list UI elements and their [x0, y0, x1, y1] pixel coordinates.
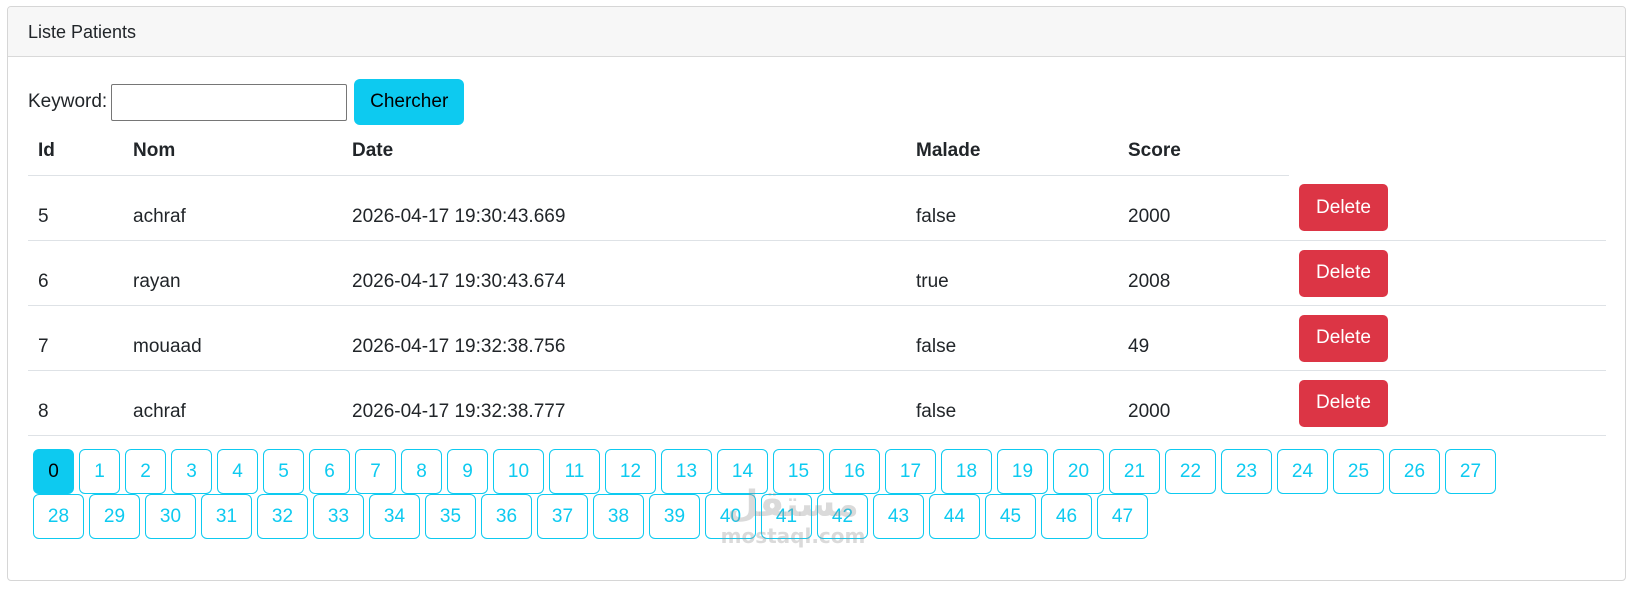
table-row: 8 achraf 2026-04-17 19:32:38.777 false 2…: [28, 370, 1606, 436]
page-button-23[interactable]: 23: [1221, 449, 1272, 494]
page-button-46[interactable]: 46: [1041, 494, 1092, 539]
page-button-26[interactable]: 26: [1389, 449, 1440, 494]
table-row: 6 rayan 2026-04-17 19:30:43.674 true 200…: [28, 240, 1606, 306]
page-button-3[interactable]: 3: [171, 449, 212, 494]
page-button-24[interactable]: 24: [1277, 449, 1328, 494]
header-nom: Nom: [123, 127, 342, 176]
watermark-logo-text: مستقل: [727, 484, 859, 525]
page-button-5[interactable]: 5: [263, 449, 304, 494]
page-button-17[interactable]: 17: [885, 449, 936, 494]
page-button-36[interactable]: 36: [481, 494, 532, 539]
keyword-label: Keyword:: [28, 91, 108, 112]
page-button-34[interactable]: 34: [369, 494, 420, 539]
cell-date: 2026-04-17 19:32:38.777: [342, 370, 906, 436]
cell-id: 8: [28, 370, 123, 436]
page-button-30[interactable]: 30: [145, 494, 196, 539]
table-header-row: Id Nom Date Malade Score: [28, 127, 1606, 176]
cell-score: 2000: [1118, 175, 1289, 241]
page-button-29[interactable]: 29: [89, 494, 140, 539]
cell-malade: false: [906, 305, 1118, 371]
page-button-32[interactable]: 32: [257, 494, 308, 539]
cell-score: 2008: [1118, 240, 1289, 306]
page-button-25[interactable]: 25: [1333, 449, 1384, 494]
page-button-9[interactable]: 9: [447, 449, 488, 494]
header-malade: Malade: [906, 127, 1118, 176]
cell-action: Delete: [1289, 240, 1606, 306]
page-button-47[interactable]: 47: [1097, 494, 1148, 539]
cell-id: 7: [28, 305, 123, 371]
chercher-button[interactable]: Chercher: [354, 79, 465, 125]
cell-malade: true: [906, 240, 1118, 306]
patients-table: Id Nom Date Malade Score 5 achraf 2026-0…: [28, 127, 1606, 436]
header-date: Date: [342, 127, 906, 176]
page-button-19[interactable]: 19: [997, 449, 1048, 494]
page-button-43[interactable]: 43: [873, 494, 924, 539]
delete-button[interactable]: Delete: [1299, 184, 1388, 232]
page-button-18[interactable]: 18: [941, 449, 992, 494]
search-form: Keyword: Chercher: [28, 79, 465, 125]
page-button-7[interactable]: 7: [355, 449, 396, 494]
cell-date: 2026-04-17 19:30:43.674: [342, 240, 906, 306]
table-row: 5 achraf 2026-04-17 19:30:43.669 false 2…: [28, 175, 1606, 241]
page-button-27[interactable]: 27: [1445, 449, 1496, 494]
watermark-url: mostaql.com: [720, 524, 866, 548]
patients-card: Liste Patients Keyword: Chercher Id Nom …: [7, 6, 1626, 581]
cell-score: 2000: [1118, 370, 1289, 436]
delete-button[interactable]: Delete: [1299, 249, 1388, 297]
cell-malade: false: [906, 175, 1118, 241]
cell-date: 2026-04-17 19:30:43.669: [342, 175, 906, 241]
page-button-21[interactable]: 21: [1109, 449, 1160, 494]
cell-date: 2026-04-17 19:32:38.756: [342, 305, 906, 371]
delete-button[interactable]: Delete: [1299, 379, 1388, 427]
watermark-logo: مستقل mostaql.com: [708, 484, 878, 548]
page-button-2[interactable]: 2: [125, 449, 166, 494]
page-button-1[interactable]: 1: [79, 449, 120, 494]
cell-malade: false: [906, 370, 1118, 436]
cell-action: Delete: [1289, 175, 1606, 241]
header-id: Id: [28, 127, 123, 176]
cell-id: 6: [28, 240, 123, 306]
keyword-input[interactable]: [111, 83, 348, 121]
page-button-33[interactable]: 33: [313, 494, 364, 539]
page-button-39[interactable]: 39: [649, 494, 700, 539]
page-button-44[interactable]: 44: [929, 494, 980, 539]
page-button-8[interactable]: 8: [401, 449, 442, 494]
page-button-6[interactable]: 6: [309, 449, 350, 494]
page-button-35[interactable]: 35: [425, 494, 476, 539]
page-button-12[interactable]: 12: [605, 449, 656, 494]
page-button-4[interactable]: 4: [217, 449, 258, 494]
header-score: Score: [1118, 127, 1289, 176]
cell-action: Delete: [1289, 370, 1606, 436]
page-button-11[interactable]: 11: [549, 449, 600, 494]
cell-score: 49: [1118, 305, 1289, 371]
page-button-45[interactable]: 45: [985, 494, 1036, 539]
delete-button[interactable]: Delete: [1299, 314, 1388, 362]
cell-id: 5: [28, 175, 123, 241]
cell-action: Delete: [1289, 305, 1606, 371]
table-row: 7 mouaad 2026-04-17 19:32:38.756 false 4…: [28, 305, 1606, 371]
page-button-28[interactable]: 28: [33, 494, 84, 539]
page-button-22[interactable]: 22: [1165, 449, 1216, 494]
page-button-38[interactable]: 38: [593, 494, 644, 539]
cell-nom: achraf: [123, 175, 342, 241]
page-button-20[interactable]: 20: [1053, 449, 1104, 494]
header-action: [1289, 127, 1606, 176]
cell-nom: mouaad: [123, 305, 342, 371]
card-header: Liste Patients: [8, 7, 1625, 57]
page-button-10[interactable]: 10: [493, 449, 544, 494]
page-button-31[interactable]: 31: [201, 494, 252, 539]
page-button-37[interactable]: 37: [537, 494, 588, 539]
page-button-13[interactable]: 13: [661, 449, 712, 494]
cell-nom: achraf: [123, 370, 342, 436]
page-button-0[interactable]: 0: [33, 449, 74, 494]
cell-nom: rayan: [123, 240, 342, 306]
